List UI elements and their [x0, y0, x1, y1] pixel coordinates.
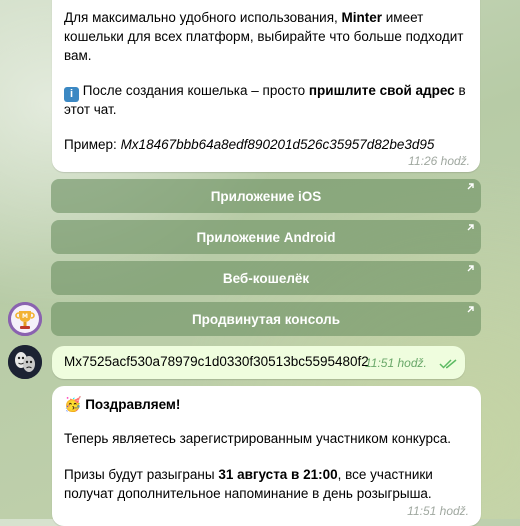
button-ios-app[interactable]: Приложение iOS [51, 179, 481, 213]
bold-text: Minter [341, 10, 383, 25]
message-text: Mx7525acf530a78979c1d0330f30513bc5595480… [64, 354, 369, 369]
message-time: 11:51 hodž. [407, 504, 469, 518]
message-title-line: 🥳 Поздравляем! [64, 395, 180, 414]
message-line: Призы будут разыграны 31 августа в 21:00… [64, 465, 433, 484]
text: , все участники [337, 467, 433, 482]
message-line: этот чат. [64, 102, 117, 117]
message-line: Для максимально удобного использования, … [64, 8, 474, 27]
button-android-app[interactable]: Приложение Android [51, 220, 481, 254]
bot-message-congrats: 🥳 Поздравляем! Теперь являетесь зарегист… [52, 386, 481, 526]
trophy-icon: M [8, 302, 42, 336]
text: имеет [382, 10, 424, 25]
external-link-icon [467, 306, 474, 313]
message-time: 11:51 hodž. [365, 356, 427, 370]
message-line: i После создания кошелька – просто пришл… [64, 81, 474, 102]
user-avatar[interactable] [8, 345, 42, 379]
bold-text: пришлите свой адрес [308, 83, 455, 98]
button-advanced-console[interactable]: Продвинутая консоль [51, 302, 481, 336]
read-double-check-icon [439, 359, 457, 369]
button-label: Веб-кошелёк [222, 270, 310, 286]
theater-masks-icon [8, 345, 42, 379]
external-link-icon [467, 265, 474, 272]
text: Для максимально удобного использования, [64, 10, 342, 25]
text: Призы будут разыграны [64, 467, 219, 482]
example-address: Mx18467bbb64a8edf890201d526c35957d82be3d… [120, 137, 435, 152]
message-line: вам. [64, 48, 92, 63]
external-link-icon [467, 183, 474, 190]
example-label: Пример: [64, 137, 121, 152]
message-line: Теперь являетесь зарегистрированным учас… [64, 431, 451, 446]
party-face-icon: 🥳 [64, 396, 82, 412]
button-label: Продвинутая консоль [191, 311, 341, 327]
bot-avatar[interactable]: M [8, 302, 42, 336]
button-web-wallet[interactable]: Веб-кошелёк [51, 261, 481, 295]
button-label: Приложение iOS [210, 188, 322, 204]
bold-text: 31 августа в 21:00 [218, 467, 338, 482]
external-link-icon [467, 224, 474, 231]
user-message-address: Mx7525acf530a78979c1d0330f30513bc5595480… [52, 346, 465, 379]
message-title: Поздравляем! [85, 397, 181, 412]
svg-text:M: M [22, 313, 28, 320]
text: в [454, 83, 466, 98]
text: После создания кошелька – просто [79, 83, 309, 98]
message-line: получат дополнительное напоминание в ден… [64, 486, 432, 501]
button-label: Приложение Android [196, 229, 336, 245]
message-line: кошельки для всех платформ, выбирайте чт… [64, 29, 464, 44]
bot-message-instructions: Для максимально удобного использования, … [52, 0, 480, 172]
message-time: 11:26 hodž. [408, 154, 470, 168]
